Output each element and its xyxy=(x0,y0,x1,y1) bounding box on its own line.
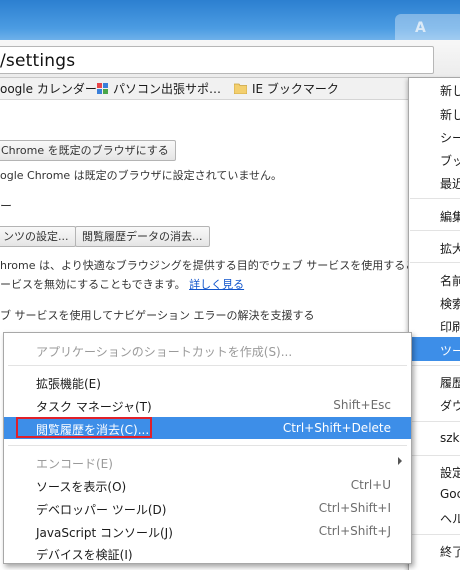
main-menu-settings[interactable]: 設定 xyxy=(440,464,460,481)
default-browser-status: ogle Chrome は既定のブラウザに設定されていません。 xyxy=(0,169,283,182)
menu-item-label: エンコード(E) xyxy=(36,457,113,471)
page-bottom-fragment: シー xyxy=(34,566,54,570)
menu-item-shortcut: Ctrl+Shift+I xyxy=(318,501,391,515)
menu-item-label: JavaScript コンソール(J) xyxy=(36,526,173,540)
main-menu-separator xyxy=(410,455,460,456)
main-menu-separator xyxy=(410,534,460,535)
menu-item-task-manager[interactable]: タスク マネージャ(T) Shift+Esc xyxy=(4,394,411,416)
navigation-error-option[interactable]: ブ サービスを使用してナビゲーション エラーの解決を支援する xyxy=(0,307,314,323)
menu-item-shortcut: Ctrl+U xyxy=(350,478,391,492)
main-menu-zoom[interactable]: 拡大 xyxy=(440,240,460,257)
menu-item-label: デベロッパー ツール(D) xyxy=(36,503,167,517)
main-menu-history[interactable]: 履歴 xyxy=(440,374,460,391)
menu-item-label: デバイスを検証(I) xyxy=(36,548,133,562)
main-menu-bookmarks[interactable]: ブッ xyxy=(440,152,460,169)
menu-item-javascript-console[interactable]: JavaScript コンソール(J) Ctrl+Shift+J xyxy=(4,520,411,542)
main-menu-new-tab[interactable]: 新し xyxy=(440,82,460,99)
menu-item-label: アプリケーションのショートカットを作成(S)... xyxy=(36,345,293,359)
privacy-heading: ー xyxy=(0,199,13,213)
main-menu-separator xyxy=(410,230,460,231)
clear-browsing-data-button[interactable]: 閲覧履歴データの消去... xyxy=(75,226,210,247)
main-menu-exit[interactable]: 終了 xyxy=(440,543,460,560)
content-settings-button[interactable]: ンツの設定... xyxy=(0,226,76,247)
puzzle-icon xyxy=(97,83,108,94)
menu-item-shortcut: Ctrl+Shift+J xyxy=(318,524,391,538)
bookmark-google-calendar[interactable]: oogle カレンダー xyxy=(0,80,97,97)
main-menu-save-as[interactable]: 名前 xyxy=(440,272,460,289)
main-menu-separator xyxy=(410,421,460,422)
menu-item-shortcut: Ctrl+Shift+Delete xyxy=(282,421,391,435)
menu-item-encoding[interactable]: エンコード(E) xyxy=(4,451,411,473)
main-menu-tools[interactable]: ツー xyxy=(440,342,460,359)
menu-separator xyxy=(8,445,407,446)
window-titlebar: A xyxy=(0,0,460,40)
main-menu-about-google[interactable]: Goc xyxy=(440,487,460,501)
main-menu-signed-in-user[interactable]: szku xyxy=(440,431,460,445)
main-menu-separator xyxy=(410,198,460,199)
menu-item-label: タスク マネージャ(T) xyxy=(36,400,152,414)
main-menu-incognito[interactable]: シー xyxy=(440,129,460,146)
menu-item-label: ソースを表示(O) xyxy=(36,480,127,494)
main-menu-edit[interactable]: 編集 xyxy=(440,208,460,225)
submenu-arrow-icon xyxy=(398,457,402,465)
main-menu-separator xyxy=(410,262,460,263)
titlebar-glyph: A xyxy=(415,20,426,36)
menu-separator xyxy=(8,365,407,366)
main-menu-print[interactable]: 印刷 xyxy=(440,318,460,335)
tools-submenu: アプリケーションのショートカットを作成(S)... 拡張機能(E) タスク マネ… xyxy=(3,332,412,564)
learn-more-link[interactable]: 詳しく見る xyxy=(189,278,244,291)
tab-shadow xyxy=(395,14,460,40)
menu-item-label: 拡張機能(E) xyxy=(36,377,101,391)
main-menu-new-window[interactable]: 新し xyxy=(440,106,460,123)
menu-item-view-source[interactable]: ソースを表示(O) Ctrl+U xyxy=(4,474,411,496)
main-menu-help[interactable]: ヘル xyxy=(440,510,460,527)
menu-item-inspect-devices[interactable]: デバイスを検証(I) xyxy=(4,542,411,564)
main-menu-downloads[interactable]: ダウ xyxy=(440,397,460,414)
main-menu-find[interactable]: 検索 xyxy=(440,295,460,312)
privacy-description-line2: ービスを無効にすることもできます。 詳しく見る xyxy=(0,278,245,291)
privacy-description-line1: hrome は、より快適なブラウジングを提供する目的でウェブ サービスを使用する… xyxy=(0,259,417,272)
menu-item-shortcut: Shift+Esc xyxy=(333,398,391,412)
main-menu-separator xyxy=(410,365,460,366)
set-default-browser-button[interactable]: Chrome を既定のブラウザにする xyxy=(0,140,176,161)
menu-item-developer-tools[interactable]: デベロッパー ツール(D) Ctrl+Shift+I xyxy=(4,497,411,519)
folder-icon xyxy=(234,83,247,94)
address-bar-url[interactable]: /settings xyxy=(0,51,75,71)
bookmark-ie-folder[interactable]: IE ブックマーク xyxy=(252,80,339,97)
bookmark-pc-support[interactable]: パソコン出張サポ… xyxy=(113,80,221,97)
highlight-callout-box xyxy=(16,417,152,438)
main-menu-recent-tabs[interactable]: 最近 xyxy=(440,175,460,192)
menu-item-extensions[interactable]: 拡張機能(E) xyxy=(4,371,411,393)
menu-item-create-shortcut[interactable]: アプリケーションのショートカットを作成(S)... xyxy=(4,339,411,361)
